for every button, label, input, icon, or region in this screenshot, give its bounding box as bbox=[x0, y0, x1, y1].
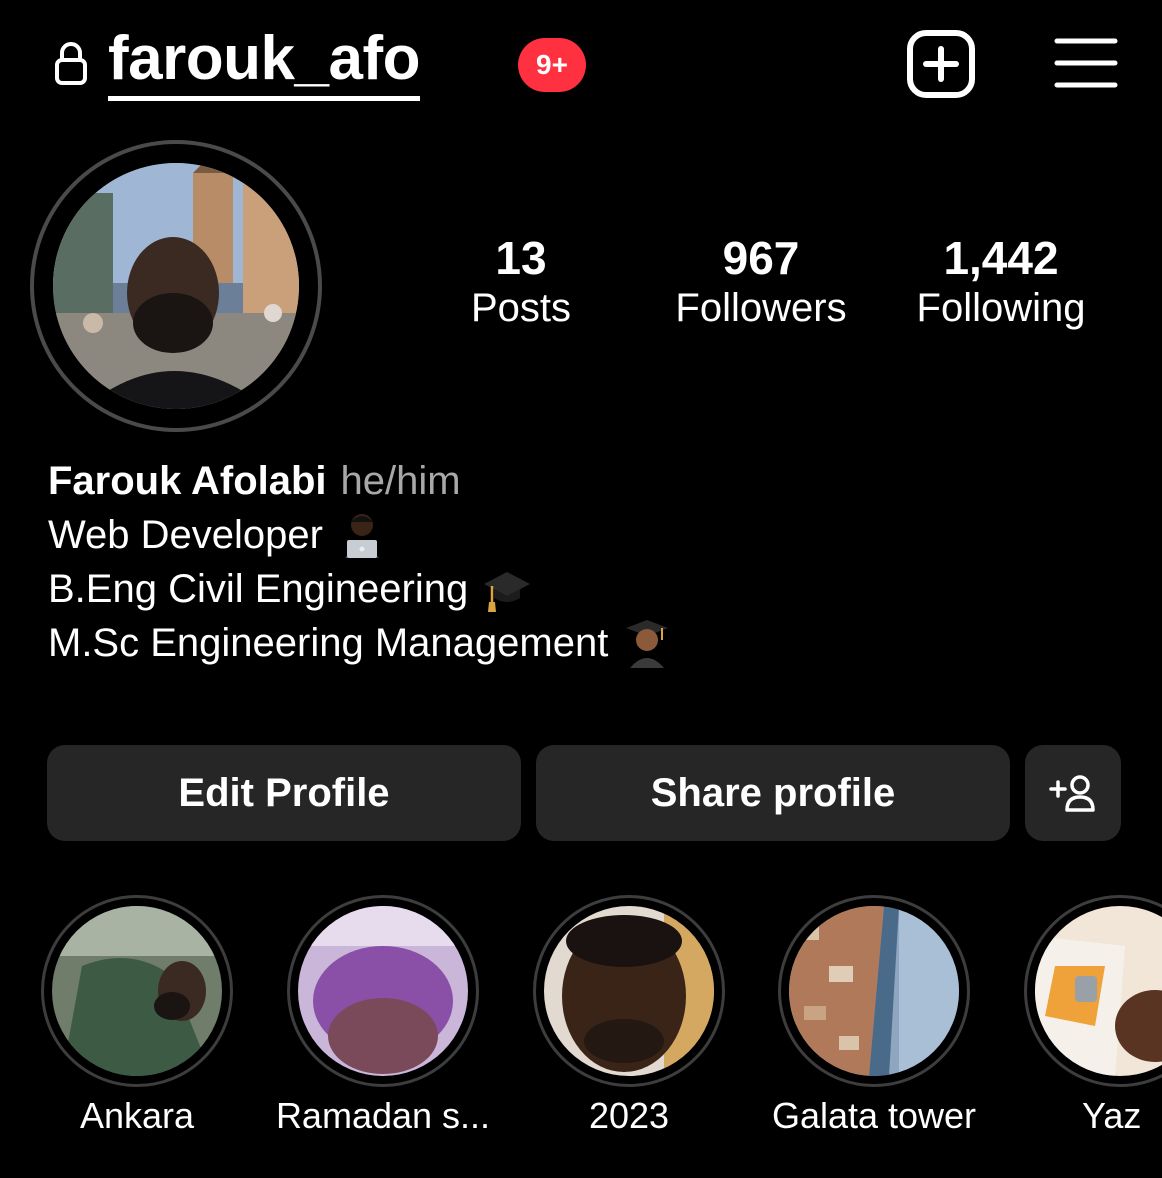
highlight-label: 2023 bbox=[588, 1095, 670, 1136]
student-emoji-icon bbox=[626, 620, 669, 668]
create-post-icon[interactable] bbox=[906, 29, 976, 99]
menu-icon[interactable] bbox=[1054, 36, 1118, 90]
add-person-icon bbox=[1049, 775, 1095, 812]
highlight-ring bbox=[1024, 895, 1162, 1087]
highlight-cover-yaz bbox=[1035, 906, 1162, 1076]
lock-icon bbox=[55, 42, 87, 85]
bio-line-text: Web Developer bbox=[48, 513, 323, 557]
story-highlight[interactable]: Ramadan s... bbox=[276, 895, 490, 1136]
following-count[interactable]: 1,442 Following bbox=[891, 232, 1111, 331]
highlight-cover-ramadan bbox=[298, 906, 468, 1076]
highlight-cover-2023 bbox=[544, 906, 714, 1076]
highlight-cover-ankara bbox=[52, 906, 222, 1076]
avatar-photo bbox=[53, 163, 299, 409]
highlight-label: Yaz bbox=[1082, 1095, 1142, 1136]
highlight-label: Ankara bbox=[79, 1095, 195, 1136]
highlight-ring bbox=[287, 895, 479, 1087]
share-profile-button[interactable]: Share profile bbox=[536, 745, 1010, 841]
account-switcher-username[interactable]: farouk_afo bbox=[108, 28, 420, 101]
profile-page: farouk_afo 9+ 13 Posts 967 Followers 1,4… bbox=[0, 0, 1162, 1178]
display-name: Farouk Afolabi bbox=[48, 459, 327, 503]
profile-bio: Farouk Afolabi he/him Web Developer B.En… bbox=[48, 454, 672, 670]
edit-profile-button[interactable]: Edit Profile bbox=[47, 745, 521, 841]
story-highlight[interactable]: Yaz bbox=[1024, 895, 1162, 1136]
story-highlight[interactable]: Galata tower bbox=[772, 895, 976, 1136]
followers-value: 967 bbox=[722, 232, 800, 284]
notification-badge[interactable]: 9+ bbox=[518, 38, 586, 92]
followers-label: Followers bbox=[675, 285, 847, 330]
story-highlight[interactable]: 2023 bbox=[533, 895, 725, 1136]
following-value: 1,442 bbox=[943, 232, 1059, 284]
bio-name-line: Farouk Afolabi he/him bbox=[48, 454, 672, 508]
bio-line: Web Developer bbox=[48, 508, 672, 562]
technologist-emoji-icon bbox=[344, 514, 379, 558]
followers-count[interactable]: 967 Followers bbox=[651, 232, 871, 331]
bio-line: B.Eng Civil Engineering bbox=[48, 562, 672, 616]
highlight-label: Galata tower bbox=[771, 1095, 977, 1136]
following-label: Following bbox=[916, 285, 1086, 330]
discover-people-button[interactable] bbox=[1025, 745, 1121, 841]
profile-avatar[interactable] bbox=[30, 140, 322, 432]
highlight-ring bbox=[533, 895, 725, 1087]
posts-label: Posts bbox=[470, 285, 572, 330]
highlight-cover-galata-tower bbox=[789, 906, 959, 1076]
bio-line-text: M.Sc Engineering Management bbox=[48, 621, 609, 665]
posts-value: 13 bbox=[495, 232, 547, 284]
posts-count[interactable]: 13 Posts bbox=[441, 232, 601, 331]
bio-line-text: B.Eng Civil Engineering bbox=[48, 567, 469, 611]
highlight-ring bbox=[778, 895, 970, 1087]
bio-line: M.Sc Engineering Management bbox=[48, 616, 672, 670]
pronouns: he/him bbox=[340, 459, 461, 503]
story-highlight[interactable]: Ankara bbox=[41, 895, 233, 1136]
highlight-label: Ramadan s... bbox=[275, 1095, 491, 1136]
highlight-ring bbox=[41, 895, 233, 1087]
graduation-cap-emoji-icon bbox=[484, 572, 531, 612]
